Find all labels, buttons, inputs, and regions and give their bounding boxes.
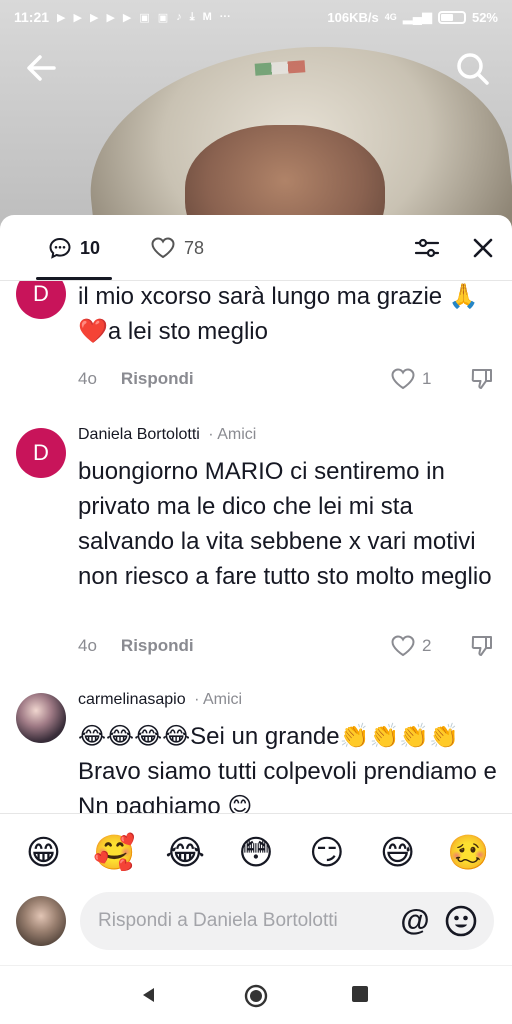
comment-meta: 4o Rispondi — [78, 636, 194, 656]
heart-icon — [391, 635, 415, 657]
thumbs-down-icon — [471, 369, 492, 389]
friend-label: · Amici — [194, 691, 243, 708]
comment-list: D il mio xcorso sarà lungo ma grazie 🙏❤️… — [0, 281, 512, 813]
play-notif-icon: ▶ — [106, 11, 115, 24]
heart-icon — [391, 368, 415, 390]
comment-item: carmelinasapio · Amici 😂😂😂😂Sei un grande… — [0, 689, 512, 813]
filter-button[interactable] — [412, 233, 442, 263]
active-tab-indicator — [36, 277, 112, 280]
sliders-icon — [414, 238, 440, 258]
comment-author-line: Daniela Bortolotti · Amici — [78, 426, 256, 444]
tab-comments[interactable]: 10 — [48, 229, 100, 267]
comment-age: 4o — [78, 369, 97, 388]
play-notif-icon: ▶ — [89, 11, 99, 24]
comment-bubble-icon — [49, 237, 71, 259]
comment-like-button[interactable]: 2 — [390, 634, 431, 658]
battery-level: 52% — [471, 9, 498, 25]
mention-button[interactable]: @ — [398, 904, 432, 938]
comment-author[interactable]: carmelinasapio — [78, 691, 186, 708]
my-avatar — [16, 896, 66, 946]
tiktok-notif-icon: ♪ — [176, 11, 182, 23]
comment-author[interactable]: Daniela Bortolotti — [78, 426, 200, 443]
tab-likes[interactable]: 78 — [150, 229, 204, 267]
app-notif-icon: ▣ — [139, 11, 150, 24]
comment-like-button[interactable]: 1 — [390, 367, 431, 391]
comment-meta: 4o Rispondi — [78, 369, 194, 389]
dislike-button[interactable] — [470, 367, 494, 391]
mail-notif-icon: M — [202, 11, 212, 23]
play-notif-icon: ▶ — [122, 11, 132, 24]
notification-icons: ▶ ▶ ▶ ▶ ▶ ▣ ▣ ♪ ⤓ M ··· — [57, 11, 231, 24]
more-notif-icon: ··· — [219, 11, 231, 23]
avatar-letter: D — [33, 440, 49, 465]
emoji-sweat-smile-button[interactable]: 😅 — [374, 836, 422, 870]
emoji-laugh-button[interactable]: 😂 — [161, 836, 209, 870]
app-notif-icon: ▣ — [157, 11, 169, 24]
nav-home-icon[interactable] — [244, 984, 268, 1008]
back-button[interactable] — [24, 52, 60, 84]
back-arrow-icon — [27, 55, 56, 81]
network-speed: 106KB/s — [327, 9, 379, 25]
comment-text: 😂😂😂😂Sei un grande👏👏👏👏Bravo siamo tutti c… — [78, 723, 497, 813]
comment-like-count: 1 — [422, 369, 432, 388]
comment-text: buongiorno MARIO ci sentiremo in privato… — [78, 458, 492, 590]
battery-icon — [437, 10, 466, 24]
nav-back-icon[interactable] — [140, 986, 158, 1004]
comment-text: il mio xcorso sarà lungo ma grazie 🙏❤️a … — [78, 283, 479, 345]
nav-recents-icon[interactable] — [352, 986, 368, 1002]
heart-icon — [151, 237, 175, 259]
friend-label: · Amici — [208, 426, 257, 443]
dislike-button[interactable] — [470, 634, 494, 658]
comments-sheet: 10 78 D il mio xcorso sarà lungo ma graz… — [0, 215, 512, 1024]
comments-count: 10 — [80, 237, 101, 258]
emoji-quick-bar: 😁 🥰 😂 😳 😏 😅 🥴 — [0, 813, 512, 891]
search-icon — [457, 53, 489, 85]
reply-placeholder: Rispondi a Daniela Bortolotti — [98, 910, 338, 931]
comment-like-count: 2 — [422, 636, 432, 655]
video-background — [0, 0, 512, 230]
thumbs-down-icon — [471, 636, 492, 656]
search-button[interactable] — [454, 50, 492, 88]
avatar[interactable]: D — [16, 281, 66, 319]
comment-author-line: carmelinasapio · Amici — [78, 691, 242, 709]
status-bar: 11:21 ▶ ▶ ▶ ▶ ▶ ▣ ▣ ♪ ⤓ M ··· 106KB/s 4G… — [0, 0, 512, 34]
comment-age: 4o — [78, 636, 97, 655]
avatar[interactable]: D — [16, 428, 66, 478]
play-notif-icon: ▶ — [57, 11, 66, 24]
emoji-woozy-button[interactable]: 🥴 — [444, 836, 492, 870]
likes-count: 78 — [184, 237, 205, 258]
avatar[interactable] — [16, 693, 66, 743]
network-type: 4G — [384, 12, 397, 22]
status-time: 11:21 — [14, 9, 50, 25]
play-notif-icon: ▶ — [73, 11, 82, 24]
signal-icon: ▂▄▆ — [402, 9, 432, 24]
emoji-hearts-button[interactable]: 🥰 — [90, 836, 138, 870]
reply-input-row: Rispondi a Daniela Bortolotti @ — [0, 891, 512, 965]
emoji-flushed-button[interactable]: 😳 — [232, 836, 280, 870]
avatar-letter: D — [33, 281, 49, 306]
reply-button[interactable]: Rispondi — [121, 369, 194, 389]
emoji-grin-button[interactable]: 😁 — [19, 836, 67, 870]
close-icon — [473, 238, 493, 258]
comments-header: 10 78 — [0, 215, 512, 281]
system-nav-bar — [0, 965, 512, 1024]
comment-item: D Daniela Bortolotti · Amici buongiorno … — [0, 424, 512, 674]
reply-button[interactable]: Rispondi — [121, 636, 194, 656]
close-button[interactable] — [468, 233, 498, 263]
reply-input[interactable]: Rispondi a Daniela Bortolotti @ — [80, 892, 494, 950]
comment-item: D il mio xcorso sarà lungo ma grazie 🙏❤️… — [0, 281, 512, 414]
download-notif-icon: ⤓ — [189, 10, 195, 23]
emoji-picker-icon[interactable] — [444, 904, 478, 938]
emoji-smirk-button[interactable]: 😏 — [303, 836, 351, 870]
